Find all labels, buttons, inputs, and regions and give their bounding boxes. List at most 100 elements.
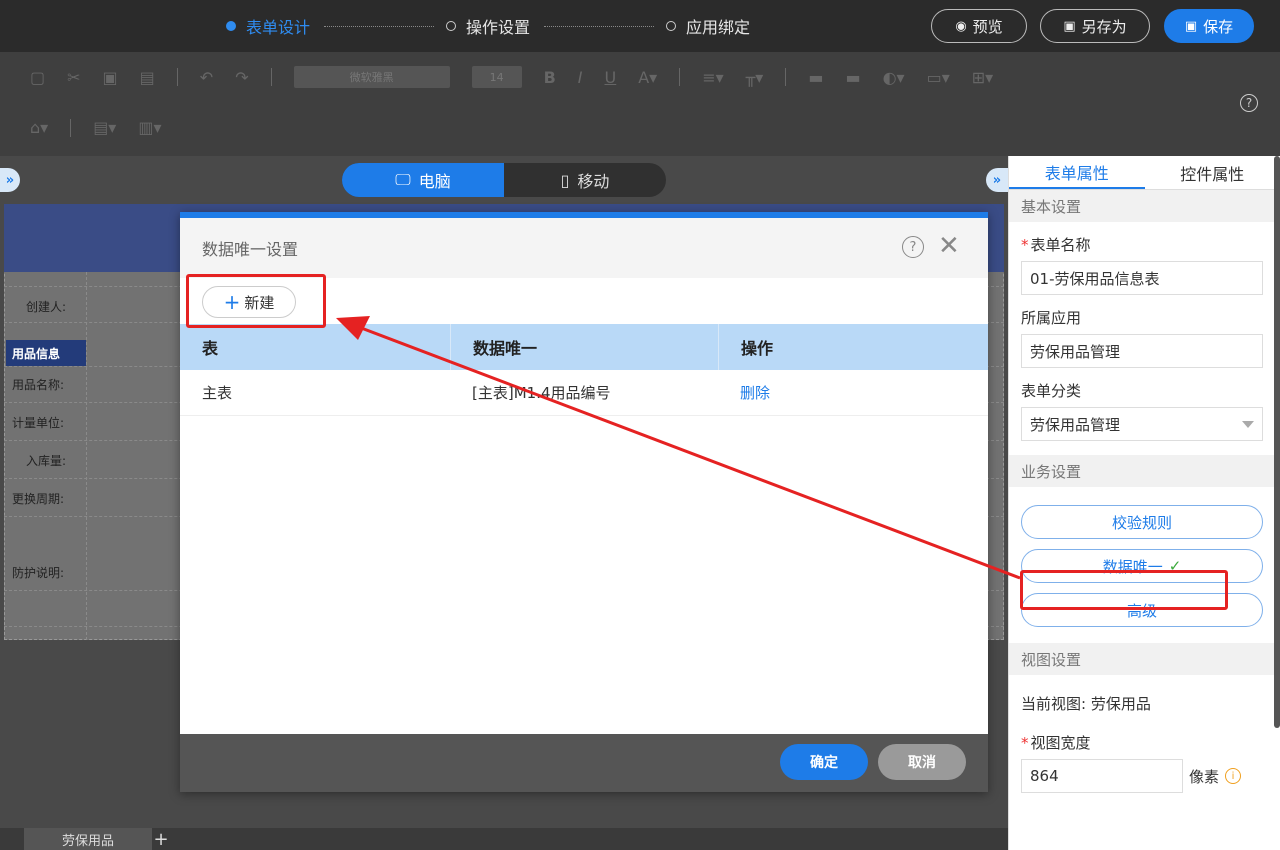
- copy-icon[interactable]: ▣: [103, 68, 118, 87]
- paste-icon[interactable]: ▤: [140, 68, 155, 87]
- preview-button[interactable]: ◉ 预览: [931, 9, 1027, 43]
- chevron-down-icon: [1242, 421, 1254, 428]
- undo-icon[interactable]: ↶: [200, 68, 213, 87]
- cancel-button[interactable]: 取消: [878, 744, 966, 780]
- form-label: 计量单位:: [12, 416, 65, 430]
- category-value: 劳保用品管理: [1030, 415, 1121, 434]
- toolbar-divider: [70, 118, 72, 137]
- question-circle-icon[interactable]: ?: [1240, 94, 1258, 112]
- category-select[interactable]: 劳保用品管理: [1021, 407, 1263, 441]
- form-label: 防护说明:: [12, 566, 65, 580]
- step-label: 应用绑定: [686, 18, 751, 37]
- redo-icon[interactable]: ↷: [235, 68, 248, 87]
- cell-table: 主表: [202, 384, 233, 402]
- cut-icon[interactable]: ✂: [67, 68, 80, 87]
- tab-form-properties[interactable]: 表单属性: [1009, 156, 1145, 189]
- design-steps: 表单设计 操作设置 应用绑定: [226, 14, 750, 38]
- form-label: 入库量:: [26, 454, 67, 468]
- table-header: 表 数据唯一 操作: [180, 324, 988, 370]
- fill-color-icon[interactable]: ◐▾: [883, 68, 905, 87]
- column-header-table: 表: [202, 339, 219, 358]
- align-icon[interactable]: ≡▾: [702, 68, 723, 87]
- info-icon[interactable]: i: [1225, 768, 1242, 784]
- step-label: 操作设置: [466, 18, 531, 37]
- top-bar: 表单设计 操作设置 应用绑定 ◉ 预览 ▣ 另存为 ▣ 保存: [0, 0, 1280, 52]
- mobile-icon: ▯: [560, 170, 570, 190]
- form-name-input[interactable]: 01-劳保用品信息表: [1021, 261, 1263, 295]
- new-icon[interactable]: ▢: [30, 68, 45, 87]
- expand-right-icon[interactable]: »: [986, 168, 1008, 192]
- eye-icon: ◉: [955, 18, 967, 34]
- step-separator: [544, 25, 655, 27]
- view-settings-header: 视图设置: [1009, 643, 1280, 675]
- dialog-header: 数据唯一设置 ? ✕: [180, 218, 988, 278]
- font-size-select[interactable]: 14: [471, 66, 522, 88]
- step-app-binding[interactable]: 应用绑定: [666, 14, 750, 38]
- dialog-footer: 确定 取消: [180, 734, 988, 792]
- grid-line: [86, 272, 87, 640]
- basic-settings-header: 基本设置: [1009, 190, 1280, 222]
- font-color-icon[interactable]: A▾: [638, 68, 657, 87]
- form-label: 创建人:: [26, 300, 67, 314]
- floppy-icon: ▣: [1184, 18, 1198, 34]
- dialog-title: 数据唯一设置: [202, 240, 299, 259]
- current-view-value: 劳保用品: [1090, 695, 1151, 713]
- tab-control-properties[interactable]: 控件属性: [1145, 156, 1280, 189]
- close-icon[interactable]: ✕: [938, 232, 960, 260]
- underline-icon[interactable]: U: [605, 68, 617, 87]
- highlight-new-button: [186, 274, 326, 328]
- toolbar-divider: [176, 68, 178, 86]
- save-as-button[interactable]: ▣ 另存为: [1040, 9, 1150, 43]
- form-label: 更换周期:: [12, 492, 65, 506]
- toolbar-divider: [785, 68, 787, 86]
- highlight-data-unique: [1020, 570, 1228, 610]
- border-icon[interactable]: ⊞▾: [972, 68, 993, 87]
- step-label: 表单设计: [246, 18, 311, 37]
- sheet-tab[interactable]: 劳保用品: [24, 828, 152, 850]
- add-sheet-button[interactable]: +: [150, 828, 172, 850]
- view-mobile-label: 移动: [577, 172, 610, 191]
- toolbar-divider: [679, 68, 681, 86]
- border-color-icon[interactable]: ▭▾: [927, 68, 950, 87]
- step-form-design[interactable]: 表单设计: [226, 14, 310, 38]
- bold-icon[interactable]: B: [544, 68, 556, 87]
- italic-icon[interactable]: I: [578, 68, 583, 87]
- app-input[interactable]: 劳保用品管理: [1021, 334, 1263, 368]
- properties-tabs: 表单属性 控件属性: [1009, 156, 1280, 190]
- toolbar-row-2: ⌂▾ ▤▾ ▥▾: [30, 118, 162, 137]
- delete-link[interactable]: 删除: [740, 382, 770, 403]
- view-width-label-text: 视图宽度: [1030, 734, 1091, 752]
- format-painter-icon[interactable]: ⌂▾: [30, 118, 48, 137]
- cell-action: 删除: [718, 370, 988, 415]
- form-name-label-text: 表单名称: [1030, 236, 1091, 254]
- save-as-label: 另存为: [1081, 17, 1127, 36]
- app-label: 所属应用: [1021, 309, 1082, 327]
- confirm-button[interactable]: 确定: [780, 744, 868, 780]
- form-label: 用品名称:: [12, 378, 65, 392]
- current-view-label: 当前视图:: [1021, 695, 1087, 713]
- view-width-input[interactable]: 864: [1021, 759, 1183, 793]
- question-circle-icon[interactable]: ?: [902, 236, 924, 258]
- view-mobile-button[interactable]: ▯ 移动: [504, 163, 666, 197]
- column-header-action: 操作: [718, 324, 988, 370]
- step-operation-settings[interactable]: 操作设置: [446, 14, 530, 38]
- preview-label: 预览: [972, 17, 1003, 36]
- category-label: 表单分类: [1021, 382, 1082, 400]
- sheet-tab-bar: 劳保用品 +: [0, 828, 1008, 850]
- validate-rules-button[interactable]: 校验规则: [1021, 505, 1263, 539]
- save-button[interactable]: ▣ 保存: [1164, 9, 1254, 43]
- insert-row-icon[interactable]: ▤▾: [93, 118, 116, 137]
- insert-column-icon[interactable]: ▥▾: [138, 118, 161, 137]
- toolbar-right-area: ?: [1008, 52, 1280, 156]
- required-mark: *: [1021, 236, 1029, 254]
- panel-scrollbar[interactable]: [1274, 156, 1280, 728]
- monitor-icon: 🖵: [395, 170, 411, 189]
- toolbar-divider: [270, 68, 272, 86]
- valign-icon[interactable]: ╥▾: [746, 68, 764, 87]
- view-width-label: * 视图宽度: [1021, 732, 1280, 753]
- merge-icon[interactable]: ▬: [808, 68, 823, 87]
- required-mark: *: [1021, 734, 1029, 752]
- view-desktop-button[interactable]: 🖵 电脑: [342, 163, 504, 197]
- font-family-select[interactable]: 微软雅黑: [293, 66, 450, 88]
- split-icon[interactable]: ▬: [845, 68, 860, 87]
